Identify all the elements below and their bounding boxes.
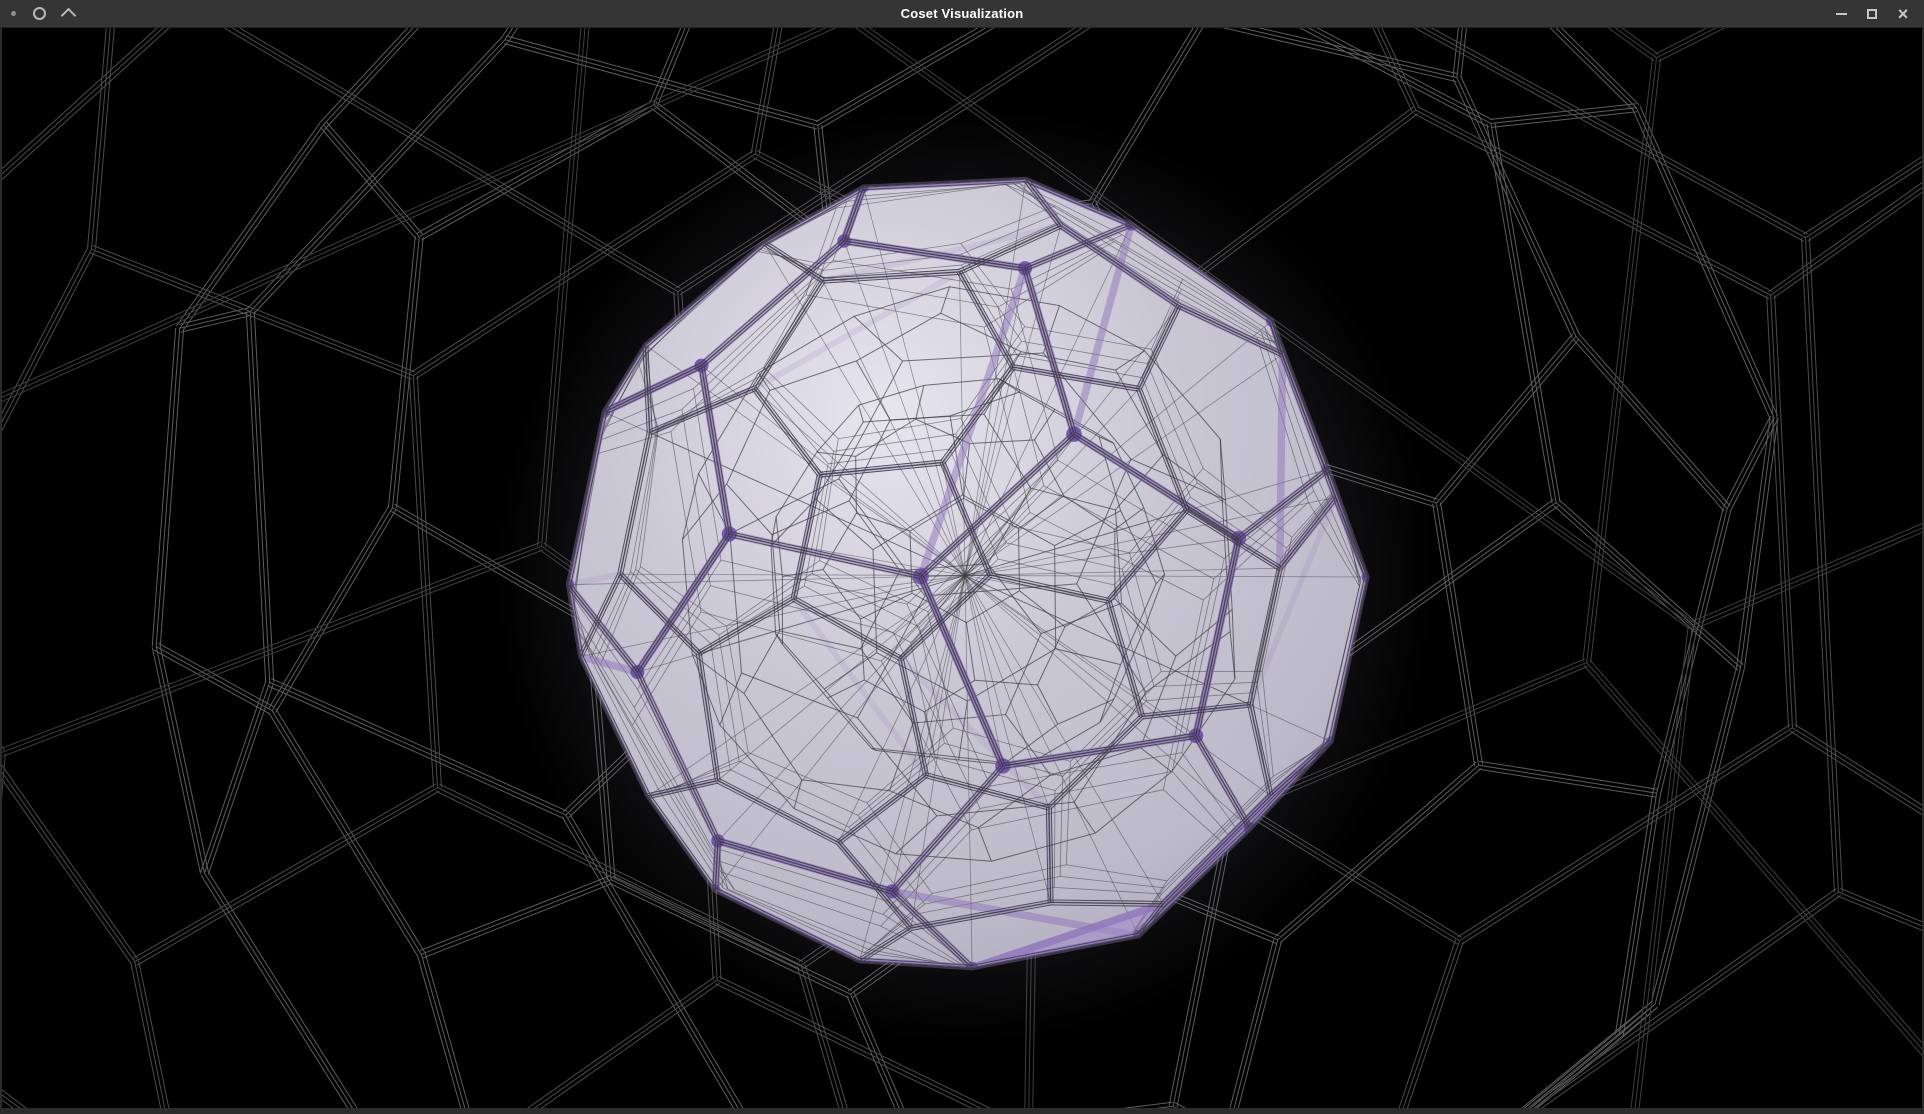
circle-icon[interactable] <box>33 7 46 20</box>
close-button[interactable]: × <box>1892 3 1914 25</box>
viewport <box>2 28 1922 1108</box>
window-title: Coset Visualization <box>0 6 1924 21</box>
chevron-up-icon[interactable] <box>61 8 77 24</box>
close-icon: × <box>1898 5 1909 23</box>
dot-icon <box>11 11 16 16</box>
minimize-button[interactable] <box>1830 3 1852 25</box>
minimize-icon <box>1836 13 1847 15</box>
titlebar-left-icons <box>0 6 74 21</box>
maximize-icon <box>1867 9 1877 19</box>
maximize-button[interactable] <box>1861 3 1883 25</box>
title-bar: Coset Visualization × <box>0 0 1924 28</box>
app-window: Coset Visualization × <box>0 0 1924 1114</box>
window-controls: × <box>1830 3 1924 25</box>
scene-svg[interactable] <box>2 28 1922 1108</box>
